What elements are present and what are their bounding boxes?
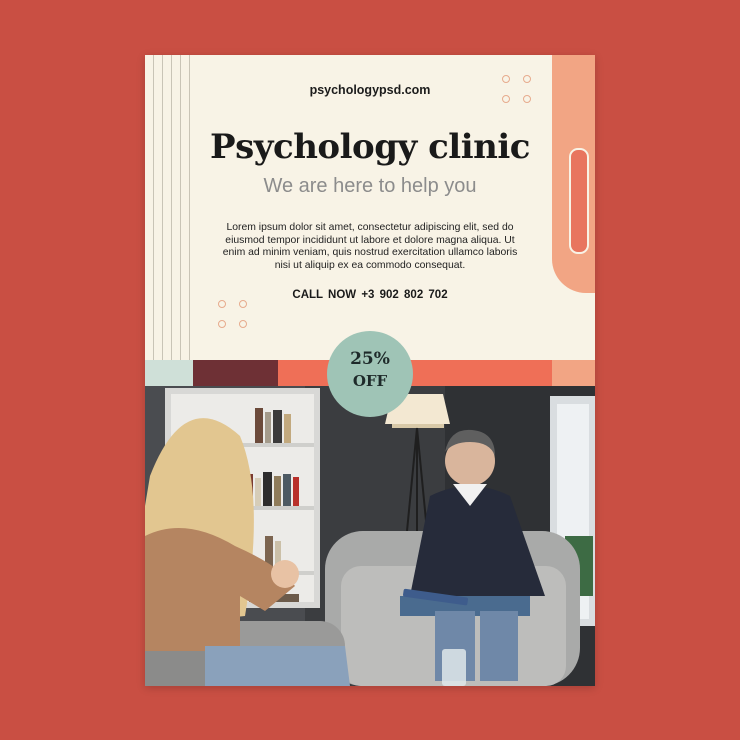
- poster: psychologypsd.com Psychology clinic We a…: [145, 55, 595, 686]
- discount-badge: 25% OFF: [327, 331, 413, 417]
- body-paragraph: Lorem ipsum dolor sit amet, consectetur …: [222, 222, 518, 271]
- poster-subtitle: We are here to help you: [263, 175, 477, 197]
- poster-title: Psychology clinic: [210, 127, 530, 167]
- discount-percent: 25%: [350, 349, 390, 369]
- color-band-coral: [278, 360, 552, 386]
- therapy-session-photo: [145, 386, 595, 686]
- color-band-maroon: [193, 360, 278, 386]
- decorative-vertical-lines: [145, 55, 197, 360]
- color-band-peach: [552, 360, 595, 386]
- website-url: psychologypsd.com: [309, 83, 431, 97]
- call-now-phone: CALL NOW +3 902 802 702: [292, 289, 448, 301]
- discount-off-label: OFF: [352, 372, 388, 390]
- color-band-mint: [145, 360, 193, 386]
